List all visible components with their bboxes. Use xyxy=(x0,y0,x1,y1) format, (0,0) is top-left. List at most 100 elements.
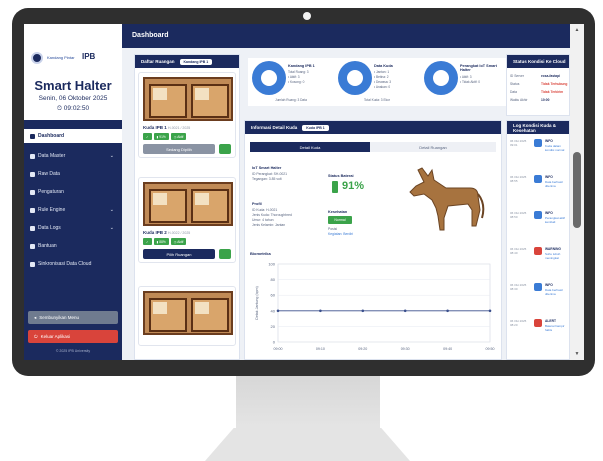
log-desc: Kuda dalam kondisi normal xyxy=(545,144,565,152)
topbar: Dashboard xyxy=(122,24,584,48)
scroll-up-icon[interactable]: ▲ xyxy=(573,26,581,34)
log-panel-header: Log Kondisi Kuda & Kesehatan xyxy=(507,121,569,134)
nav-sinkronisasi[interactable]: Sinkronisasi Data Cloud xyxy=(24,257,122,271)
health-status-badge: Normal xyxy=(328,216,352,224)
device-heading: IoT Smart Halter xyxy=(252,166,282,170)
y-tick-label: 0 xyxy=(273,340,276,345)
logout-icon: ⏻ xyxy=(34,334,38,339)
data-point xyxy=(319,309,322,313)
stat-kandang: Kandang IPB 1 Total Ruang: 3 • Aktif: 3 … xyxy=(248,58,334,106)
page-title: Dashboard xyxy=(132,32,169,39)
selected-room-button[interactable]: Sedang Dipilih xyxy=(143,144,215,154)
log-entry[interactable]: 06 Okt 2025 09:01 INFO Kuda dalam kondisi … xyxy=(510,137,566,161)
y-tick-label: 60 xyxy=(271,293,276,298)
log-entry[interactable]: 06 Okt 2025 08:50 INFO Perangkat aktif kem… xyxy=(510,209,566,233)
kandang-panel-header: Daftar Ruangan Kandang IPB 1 xyxy=(135,55,239,68)
data-point xyxy=(488,309,492,313)
stall-image xyxy=(143,77,233,121)
tab-detail-kuda[interactable]: Detail Kuda xyxy=(250,142,370,152)
dashboard-icon xyxy=(30,133,35,139)
stat-donut xyxy=(252,61,286,95)
nav-rule-engine[interactable]: Rule Engine ⌄ xyxy=(24,203,122,217)
nav-pengaturan[interactable]: Pengaturan xyxy=(24,185,122,199)
nav-data-master[interactable]: Data Master ⌄ xyxy=(24,149,122,163)
room-card-tags: ✓ ▮ 88% ◷ Aktif xyxy=(143,238,187,245)
logo-text: Kandang Pintar xyxy=(47,55,75,60)
chevron-down-icon: ⌄ xyxy=(109,225,114,231)
message-icon[interactable] xyxy=(219,144,231,154)
scroll-down-icon[interactable]: ▼ xyxy=(573,350,581,358)
y-tick-label: 100 xyxy=(268,262,275,267)
log-type-icon xyxy=(534,211,542,219)
hide-menu-button[interactable]: ◂ Sembunyikan Menu xyxy=(28,311,118,324)
battery-icon xyxy=(332,181,338,193)
kandang-logo-icon xyxy=(31,52,43,64)
data-point xyxy=(446,309,449,313)
stat-perangkat: Perangkat IoT Smart Halter • Aktif: 3 • … xyxy=(420,58,506,106)
copyright: © 2025 IPB University xyxy=(55,349,91,353)
chevron-down-icon: ⌄ xyxy=(109,153,114,159)
message-icon[interactable] xyxy=(219,249,231,259)
log-type-icon xyxy=(534,283,542,291)
room-card-tags: ✓ ▮ 91% ◷ Aktif xyxy=(143,133,187,140)
gear-icon xyxy=(30,189,35,195)
kandang-filter[interactable]: Kandang IPB 1 xyxy=(179,58,213,65)
chevron-down-icon: ⌄ xyxy=(109,207,114,213)
log-type-icon xyxy=(534,319,542,327)
log-entry[interactable]: 06 Okt 2025 08:40 WARNING Suhu tubuh menin… xyxy=(510,245,566,269)
nav-data-logs[interactable]: Data Logs ⌄ xyxy=(24,221,122,235)
log-type-icon xyxy=(534,175,542,183)
app-title: Smart Halter xyxy=(34,78,112,93)
monitor-stand-neck xyxy=(236,372,380,434)
y-tick-label: 80 xyxy=(271,277,276,282)
log-title: INFO xyxy=(545,211,553,215)
plot-area xyxy=(277,263,491,343)
biometrika-chart: 0 20 40 60 80 100 09:00 09:10 09:20 09:30 09:40 09:… xyxy=(255,262,495,352)
room-card-name: Kuda IPB 2 H-0022 / 2025 xyxy=(143,230,191,235)
log-time: 06 Okt 2025 08:20 xyxy=(510,319,527,327)
check-tag: ✓ xyxy=(143,133,152,140)
x-tick-label: 09:20 xyxy=(358,347,367,351)
info-panel-header: Informasi Detail Kuda Kuda IPB 1 xyxy=(245,121,501,134)
file-icon xyxy=(30,171,35,177)
sidebar: Kandang Pintar IPB Smart Halter Senin, 0… xyxy=(24,24,122,360)
log-title: INFO xyxy=(545,175,553,179)
profile-heading: Profil xyxy=(252,202,262,206)
log-entry[interactable]: 06 Okt 2025 08:30 INFO Data berhasil diter… xyxy=(510,281,566,305)
room-card-1: Kuda IPB 1 H-0021 / 2025 ✓ ▮ 91% ◷ Aktif… xyxy=(138,72,236,158)
stat-kuda: Data Kuda • Jantan: 1 • Betina: 2 • Dewa… xyxy=(334,58,420,106)
battery-heading: Status Baterai xyxy=(328,174,354,178)
tab-detail-ruangan[interactable]: Detail Ruangan xyxy=(370,142,496,152)
log-desc: Baterai hampir habis xyxy=(545,324,565,332)
x-tick-label: 09:50 xyxy=(486,347,495,351)
log-entry[interactable]: 06 Okt 2025 08:55 INFO Data berhasil diter… xyxy=(510,173,566,197)
log-desc: Perangkat aktif kembali xyxy=(545,216,566,224)
monitor-stand-base xyxy=(205,428,410,461)
log-time: 06 Okt 2025 09:01 xyxy=(510,139,527,147)
log-desc: Data berhasil diterima xyxy=(545,288,563,296)
nav-raw-data[interactable]: Raw Data xyxy=(24,167,122,181)
log-entry[interactable]: 06 Okt 2025 08:20 ALERT Baterai hampir hab… xyxy=(510,317,566,341)
choose-room-button[interactable]: Pilih Ruangan xyxy=(143,249,215,259)
room-card-2: Kuda IPB 2 H-0022 / 2025 ✓ ▮ 88% ◷ Aktif… xyxy=(138,177,236,263)
cloud-status-header: Status Kondisi Ke Cloud xyxy=(507,55,569,68)
y-tick-label: 40 xyxy=(271,308,276,313)
stall-image xyxy=(143,291,233,335)
nav-dashboard[interactable]: Dashboard xyxy=(24,129,122,143)
app-time: ⏲ 09:02:50 xyxy=(56,105,90,112)
stage: Kandang Pintar IPB Smart Halter Senin, 0… xyxy=(0,0,603,461)
scrollbar-thumb[interactable] xyxy=(573,152,581,228)
help-icon xyxy=(30,243,35,249)
exit-button[interactable]: ⏻ Keluar Aplikasi xyxy=(28,330,118,343)
data-point xyxy=(403,309,407,313)
battery-value: 91% xyxy=(342,180,365,192)
rule-icon xyxy=(30,207,35,213)
log-title: INFO xyxy=(545,283,553,287)
log-desc: Suhu tubuh meningkat xyxy=(545,252,561,260)
log-title: ALERT xyxy=(545,319,556,323)
x-tick-label: 09:40 xyxy=(443,347,452,351)
stat-donut xyxy=(338,61,372,95)
status-tag: ◷ Aktif xyxy=(170,238,187,245)
nav-bantuan[interactable]: Bantuan xyxy=(24,239,122,253)
status-tag: ◷ Aktif xyxy=(170,133,187,140)
